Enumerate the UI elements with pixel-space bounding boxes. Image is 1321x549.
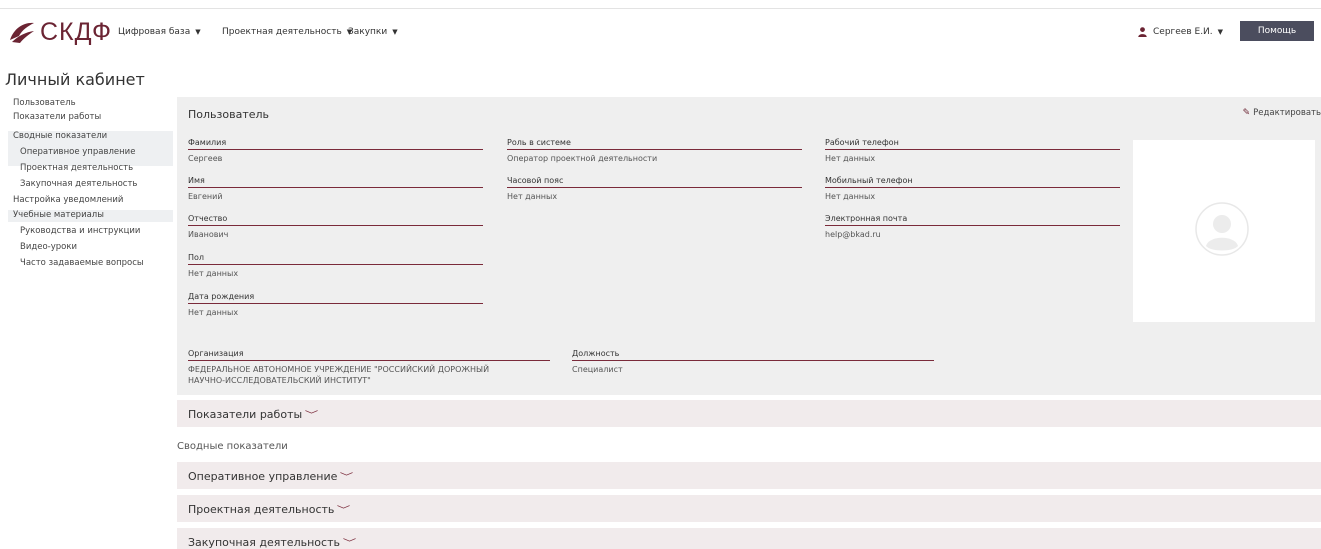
sidebar-item-videos[interactable]: Видео-уроки xyxy=(20,242,77,253)
field-mobile-phone: Мобильный телефон Нет данных xyxy=(825,176,1120,202)
field-email: Электронная почта help@bkad.ru xyxy=(825,214,1120,240)
nav-digital-base[interactable]: Цифровая база ▼ xyxy=(118,26,201,38)
field-organization: Организация ФЕДЕРАЛЬНОЕ АВТОНОМНОЕ УЧРЕЖ… xyxy=(188,349,550,386)
sidebar-item-operational[interactable]: Оперативное управление xyxy=(20,147,135,158)
field-value: Нет данных xyxy=(188,269,239,278)
logo-icon xyxy=(10,22,34,43)
field-value: Оператор проектной деятельности xyxy=(507,154,658,163)
accordion-label: Проектная деятельность ﹀ xyxy=(188,503,351,516)
field-label: Электронная почта xyxy=(825,214,1120,226)
accordion-label: Закупочная деятельность ﹀ xyxy=(188,536,357,549)
field-label: Часовой пояс xyxy=(507,176,802,188)
sidebar-item-project[interactable]: Проектная деятельность xyxy=(20,163,133,174)
help-button[interactable]: Помощь xyxy=(1240,21,1314,41)
accordion-title: Оперативное управление xyxy=(188,470,338,483)
edit-label: Редактировать xyxy=(1253,108,1321,118)
field-value: Сергеев xyxy=(188,154,223,163)
field-value: Нет данных xyxy=(507,192,558,201)
accordion-title: Показатели работы xyxy=(188,408,303,421)
field-value: ФЕДЕРАЛЬНОЕ АВТОНОМНОЕ УЧРЕЖДЕНИЕ "РОССИ… xyxy=(188,365,490,385)
user-icon xyxy=(1138,27,1147,37)
field-role: Роль в системе Оператор проектной деятел… xyxy=(507,138,802,164)
field-label: Имя xyxy=(188,176,483,188)
field-label: Отчество xyxy=(188,214,483,226)
logo[interactable]: СКДФ xyxy=(8,18,113,46)
nav-label: Закупки xyxy=(348,27,388,37)
avatar-placeholder-icon xyxy=(1195,202,1249,256)
field-value: Нет данных xyxy=(825,192,876,201)
nav-label: Проектная деятельность xyxy=(222,27,342,37)
logo-text: СКДФ xyxy=(40,18,113,46)
accordion-label: Оперативное управление ﹀ xyxy=(188,470,354,483)
chevron-down-icon: ﹀ xyxy=(342,539,357,549)
sidebar-item-notifications[interactable]: Настройка уведомлений xyxy=(13,195,123,206)
field-value: Нет данных xyxy=(825,154,876,163)
sidebar-item-manuals[interactable]: Руководства и инструкции xyxy=(20,226,140,237)
top-divider xyxy=(0,8,1321,9)
edit-link[interactable]: ✎ Редактировать xyxy=(1243,108,1321,118)
chevron-down-icon: ﹀ xyxy=(304,411,319,421)
field-timezone: Часовой пояс Нет данных xyxy=(507,176,802,202)
nav-label: Цифровая база xyxy=(118,27,191,37)
chevron-down-icon: ﹀ xyxy=(337,506,351,516)
field-birthdate: Дата рождения Нет данных xyxy=(188,292,483,318)
field-label: Пол xyxy=(188,253,483,265)
field-label: Рабочий телефон xyxy=(825,138,1120,150)
sidebar-item-faq[interactable]: Часто задаваемые вопросы xyxy=(20,258,144,269)
accordion-title: Закупочная деятельность xyxy=(188,536,340,549)
section-heading-summary: Сводные показатели xyxy=(177,441,288,452)
field-value: Специалист xyxy=(572,365,623,374)
accordion-title: Проектная деятельность xyxy=(188,503,335,516)
caret-down-icon: ▼ xyxy=(392,28,398,36)
field-label: Роль в системе xyxy=(507,138,802,150)
sidebar-item-work-metrics[interactable]: Показатели работы xyxy=(13,112,101,123)
field-gender: Пол Нет данных xyxy=(188,253,483,279)
field-work-phone: Рабочий телефон Нет данных xyxy=(825,138,1120,164)
field-value: Евгений xyxy=(188,192,223,201)
accordion-project[interactable]: Проектная деятельность ﹀ xyxy=(177,495,1321,522)
nav-project-activity[interactable]: Проектная деятельность ▼ xyxy=(222,26,352,38)
profile-photo-box xyxy=(1133,140,1315,322)
user-name: Сергеев Е.И. xyxy=(1153,27,1213,37)
nav-procurement[interactable]: Закупки ▼ xyxy=(348,26,398,38)
field-value[interactable]: help@bkad.ru xyxy=(825,229,1120,240)
user-panel: Пользователь ✎ Редактировать Фамилия Сер… xyxy=(177,97,1321,395)
panel-title: Пользователь xyxy=(188,108,270,121)
accordion-label: Показатели работы ﹀ xyxy=(188,408,319,421)
caret-down-icon: ▼ xyxy=(195,28,201,36)
field-label: Фамилия xyxy=(188,138,483,150)
user-menu[interactable]: Сергеев Е.И. ▼ xyxy=(1138,25,1223,39)
field-patronymic: Отчество Иванович xyxy=(188,214,483,240)
accordion-operational[interactable]: Оперативное управление ﹀ xyxy=(177,462,1321,489)
accordion-procurement[interactable]: Закупочная деятельность ﹀ xyxy=(177,528,1321,549)
field-position: Должность Специалист xyxy=(572,349,934,375)
pencil-icon: ✎ xyxy=(1242,108,1251,118)
field-value: Иванович xyxy=(188,230,229,239)
field-label: Мобильный телефон xyxy=(825,176,1120,188)
accordion-work-metrics[interactable]: Показатели работы ﹀ xyxy=(177,400,1321,427)
sidebar-item-user[interactable]: Пользователь xyxy=(13,98,76,109)
field-name: Имя Евгений xyxy=(188,176,483,202)
chevron-down-icon: ﹀ xyxy=(340,473,354,483)
field-label: Должность xyxy=(572,349,934,361)
sidebar-item-procurement[interactable]: Закупочная деятельность xyxy=(20,179,137,190)
page-title: Личный кабинет xyxy=(5,70,145,89)
field-value: Нет данных xyxy=(188,308,239,317)
sidebar-item-summary-metrics[interactable]: Сводные показатели xyxy=(13,131,107,142)
field-surname: Фамилия Сергеев xyxy=(188,138,483,164)
caret-down-icon: ▼ xyxy=(1217,28,1224,36)
field-label: Организация xyxy=(188,349,550,361)
sidebar-item-learning[interactable]: Учебные материалы xyxy=(13,210,104,221)
field-label: Дата рождения xyxy=(188,292,483,304)
